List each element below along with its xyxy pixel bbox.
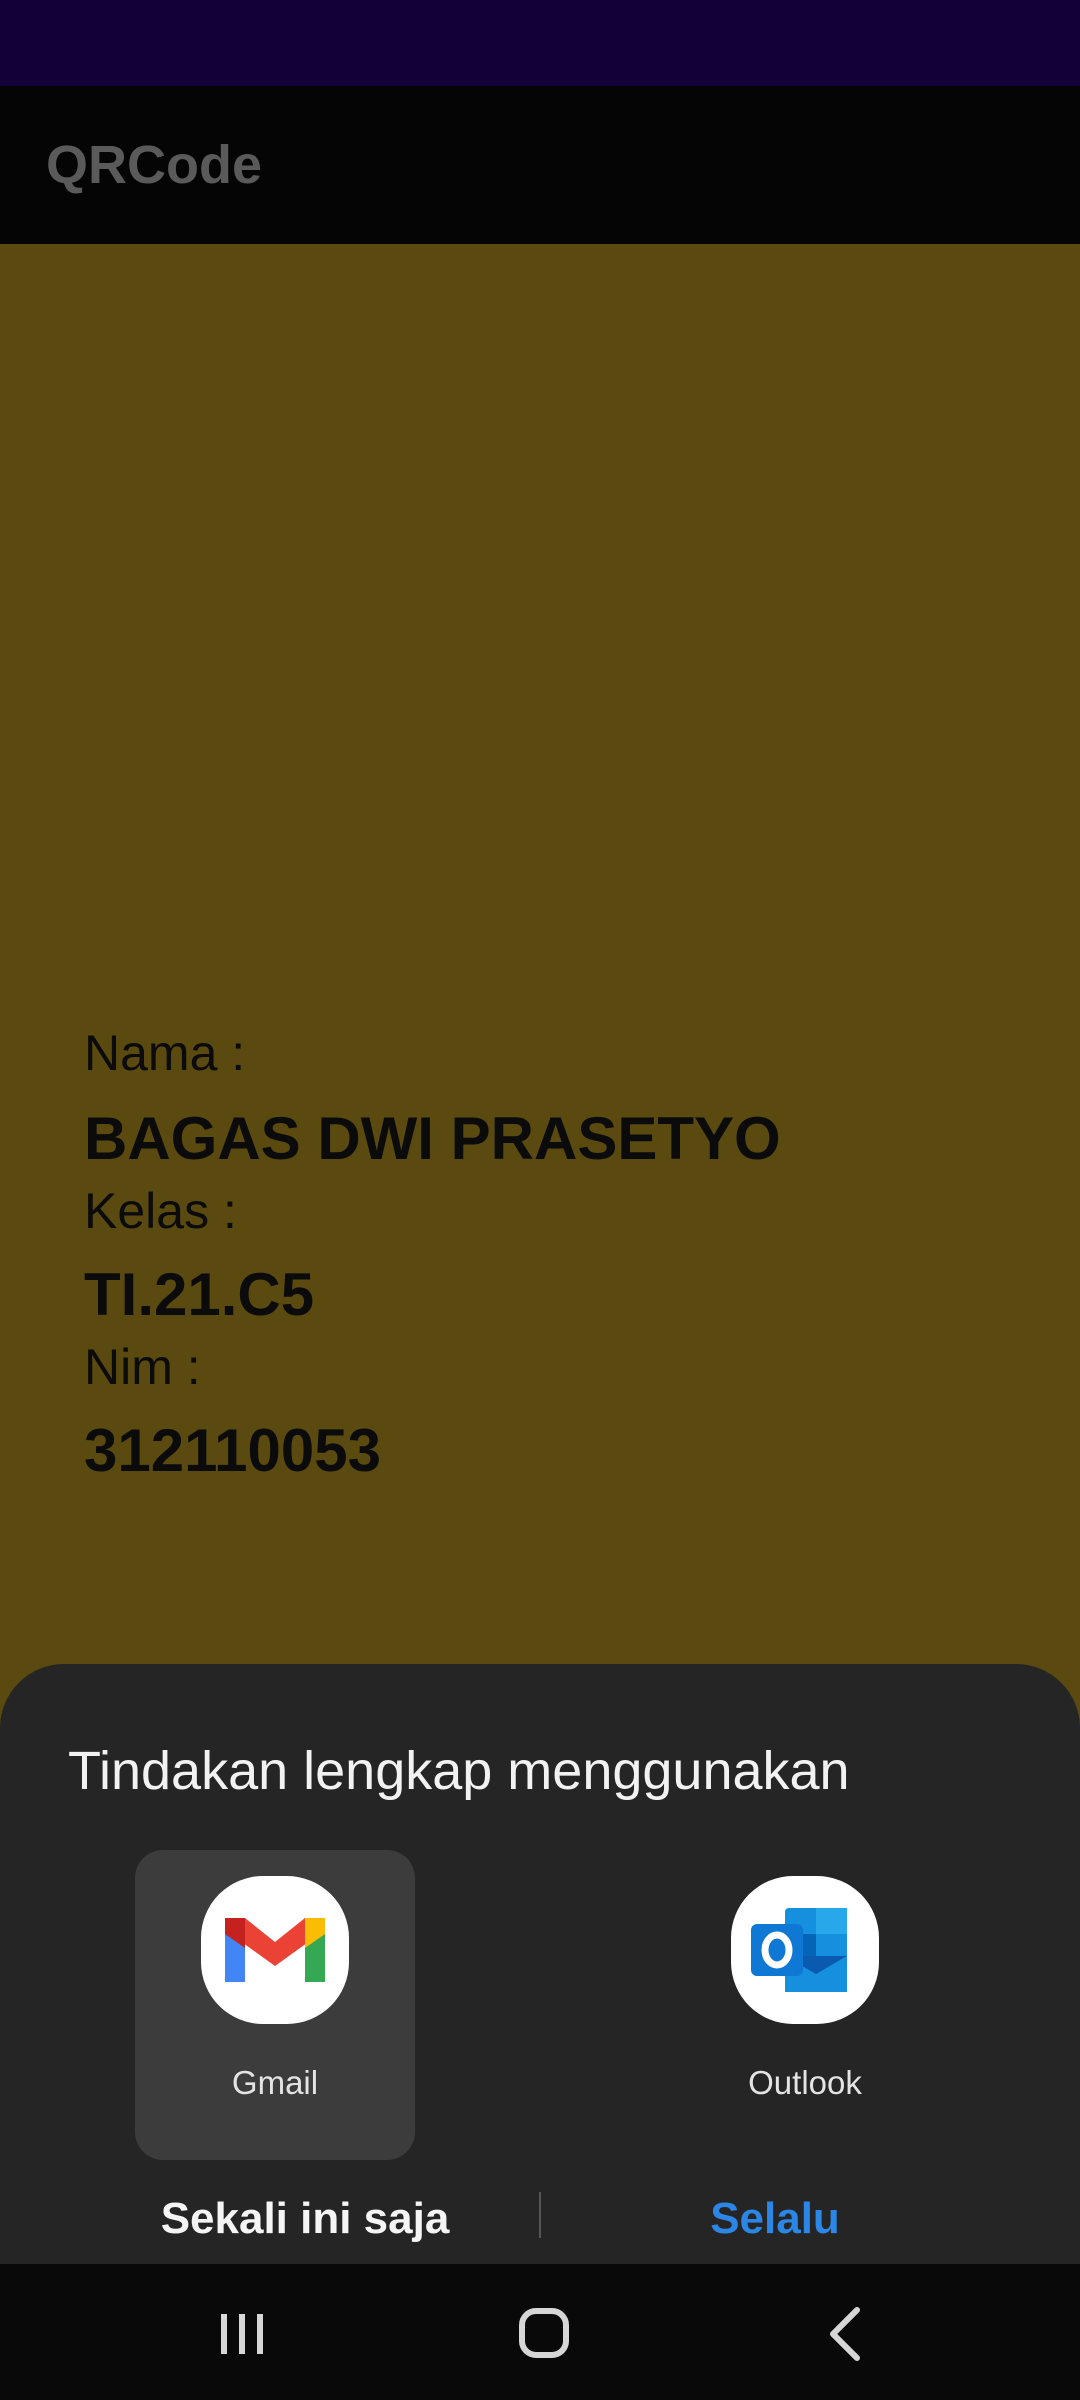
gmail-icon: [201, 1876, 349, 2024]
nim-value: 312110053: [84, 1417, 382, 1484]
nim-label: Nim :: [84, 1339, 201, 1395]
just-once-button[interactable]: Sekali ini saja: [120, 2184, 490, 2254]
profile-content: Nama : BAGAS DWI PRASETYO Kelas : TI.21.…: [0, 244, 1080, 1664]
sheet-title: Tindakan lengkap menggunakan: [68, 1741, 850, 1801]
app-title: QRCode: [46, 135, 262, 195]
navigation-bar: [0, 2264, 1080, 2400]
app-option-label: Gmail: [231, 2064, 319, 2101]
recent-apps-icon[interactable]: [197, 2294, 287, 2374]
app-bar: QRCode: [0, 86, 1080, 244]
class-value: TI.21.C5: [84, 1261, 315, 1328]
app-option-outlook[interactable]: Outlook: [665, 1850, 945, 2160]
screen: QRCode Nama : BAGAS DWI PRASETYO Kelas :…: [0, 0, 1080, 2400]
name-value: BAGAS DWI PRASETYO: [84, 1105, 781, 1172]
app-chooser-sheet: Tindakan lengkap menggunakan Gmail Outlo…: [0, 1664, 1080, 2264]
outlook-icon: [731, 1876, 879, 2024]
always-button[interactable]: Selalu: [620, 2184, 930, 2254]
class-label: Kelas :: [84, 1183, 237, 1239]
name-label: Nama :: [84, 1025, 246, 1081]
app-option-gmail[interactable]: Gmail: [135, 1850, 415, 2160]
home-icon[interactable]: [499, 2294, 589, 2374]
back-icon[interactable]: [801, 2294, 891, 2374]
status-bar: [0, 0, 1080, 86]
button-divider: [539, 2192, 541, 2238]
app-option-label: Outlook: [748, 2064, 862, 2101]
